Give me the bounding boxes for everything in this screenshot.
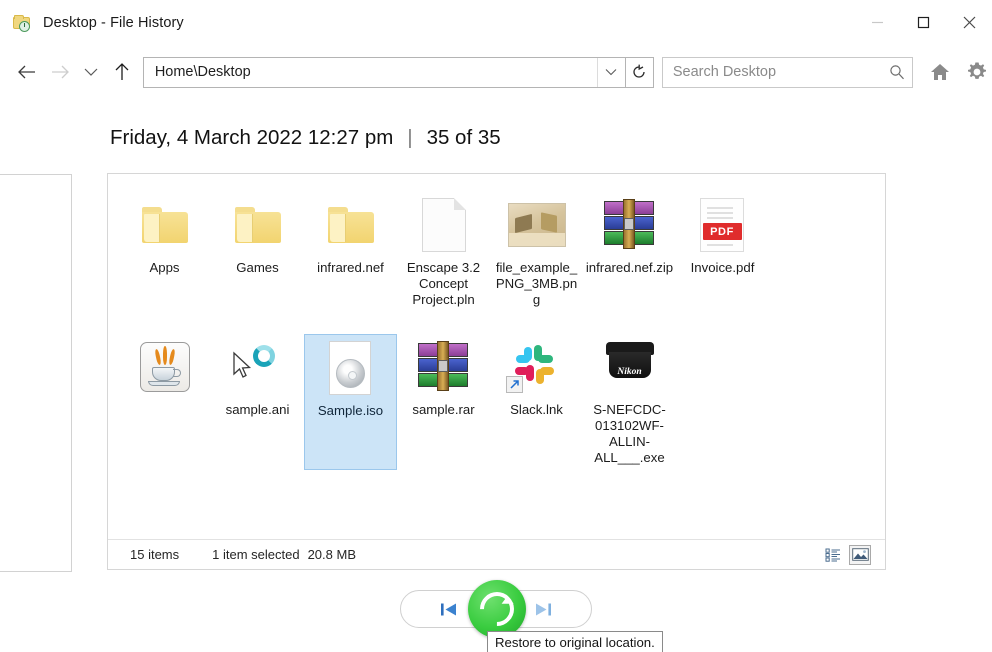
file-label: file_example_PNG_3MB.png — [495, 260, 578, 307]
list-item-games[interactable]: Games — [211, 192, 304, 312]
status-selection: 1 item selected — [212, 547, 300, 562]
file-label: Sample.iso — [317, 403, 384, 418]
history-controls-bar: Restore to original location. — [0, 580, 992, 652]
file-history-window: Desktop - File History Home\Desktop Sear… — [0, 0, 992, 652]
status-size: 20.8 MB — [307, 547, 356, 562]
details-view-icon[interactable] — [822, 545, 844, 565]
shortcut-arrow-icon — [505, 376, 523, 393]
photo-icon — [505, 194, 569, 256]
search-box[interactable] — [661, 56, 914, 88]
list-item-infrared-nef[interactable]: infrared.nef — [304, 192, 397, 312]
file-label: Enscape 3.2 Concept Project.pln — [406, 260, 481, 307]
previous-version-panel — [0, 174, 72, 572]
status-bar: 15 items 1 item selected 20.8 MB — [108, 539, 885, 569]
address-value: Home\Desktop — [154, 64, 251, 80]
file-list-panel: Apps Games infrared.nef Enscape 3.2 Conc… — [107, 173, 886, 570]
file-row: Apps Games infrared.nef Enscape 3.2 Conc… — [118, 192, 875, 312]
disc-image-icon — [319, 337, 383, 399]
list-item-slack-lnk[interactable]: Slack.lnk — [490, 334, 583, 470]
cursor-ani-icon — [226, 336, 290, 398]
snapshot-date: Friday, 4 March 2022 12:27 pm — [110, 126, 394, 149]
pdf-icon: PDF — [691, 194, 755, 256]
title-bar: Desktop - File History — [0, 0, 992, 45]
minimize-button[interactable] — [854, 0, 900, 45]
view-mode-buttons — [822, 544, 877, 565]
snapshot-counter: 35 of 35 — [426, 126, 501, 149]
large-icons-view-icon[interactable] — [849, 544, 871, 565]
file-label: Invoice.pdf — [690, 260, 755, 275]
restore-tooltip: Restore to original location. — [487, 631, 663, 652]
header-separator: | — [407, 127, 413, 149]
list-item-enscape-pln[interactable]: Enscape 3.2 Concept Project.pln — [397, 192, 490, 312]
maximize-button[interactable] — [900, 0, 946, 45]
file-label: sample.ani — [225, 402, 290, 417]
up-arrow-icon[interactable] — [108, 55, 137, 89]
file-label: Apps — [149, 260, 180, 275]
file-label: Games — [236, 260, 279, 275]
list-item-nikon-exe[interactable]: Nikon S-NEFCDC-013102WF-ALLIN-ALL___.exe — [583, 334, 676, 470]
list-item-file-example-png[interactable]: file_example_PNG_3MB.png — [490, 192, 583, 312]
file-row: sample.ani Sample.iso sample.rar Slack.l… — [118, 334, 875, 470]
list-item-apps[interactable]: Apps — [118, 192, 211, 312]
files-area: Apps Games infrared.nef Enscape 3.2 Conc… — [108, 174, 885, 539]
file-label: Slack.lnk — [510, 402, 563, 417]
address-chevron-down-icon[interactable] — [596, 57, 625, 87]
winrar-icon — [412, 336, 476, 398]
nikon-brand-label: Nikon — [617, 367, 642, 377]
list-item-sample-ani[interactable]: sample.ani — [211, 334, 304, 470]
nikon-exe-icon: Nikon — [598, 336, 662, 398]
window-controls — [854, 0, 992, 45]
java-icon — [133, 336, 197, 398]
pdf-badge: PDF — [702, 223, 742, 240]
back-arrow-icon[interactable] — [10, 55, 43, 89]
winrar-icon — [598, 194, 662, 256]
snapshot-header: Friday, 4 March 2022 12:27 pm | 35 of 35 — [110, 126, 501, 150]
restore-icon — [472, 584, 522, 634]
address-bar[interactable]: Home\Desktop — [142, 56, 626, 88]
file-label: infrared.nef — [317, 260, 384, 275]
file-label: sample.rar — [412, 402, 475, 417]
document-icon — [412, 194, 476, 256]
list-item-java[interactable] — [118, 334, 211, 470]
home-icon[interactable] — [925, 55, 954, 89]
list-item-infrared-nef-zip[interactable]: infrared.nef.zip — [583, 192, 676, 312]
navigation-bar: Home\Desktop — [0, 48, 992, 96]
search-icon — [882, 58, 912, 87]
gear-icon[interactable] — [963, 55, 992, 89]
file-label: infrared.nef.zip — [585, 260, 674, 275]
forward-arrow-icon — [43, 55, 76, 89]
search-input[interactable] — [662, 63, 883, 81]
close-button[interactable] — [946, 0, 992, 45]
refresh-button[interactable] — [625, 56, 654, 88]
folder-icon — [319, 194, 383, 256]
folder-icon — [133, 194, 197, 256]
status-item-count: 15 items — [130, 547, 180, 562]
list-item-invoice-pdf[interactable]: PDF Invoice.pdf — [676, 192, 769, 312]
list-item-sample-rar[interactable]: sample.rar — [397, 334, 490, 470]
restore-button[interactable] — [468, 580, 526, 638]
file-label: S-NEFCDC-013102WF-ALLIN-ALL___.exe — [593, 402, 666, 465]
slack-shortcut-icon — [505, 336, 569, 398]
list-item-sample-iso[interactable]: Sample.iso — [304, 334, 397, 470]
folder-icon — [226, 194, 290, 256]
window-title: Desktop - File History — [43, 14, 184, 31]
folder-clock-icon — [12, 12, 34, 34]
recent-locations-chevron-down-icon[interactable] — [76, 55, 105, 89]
